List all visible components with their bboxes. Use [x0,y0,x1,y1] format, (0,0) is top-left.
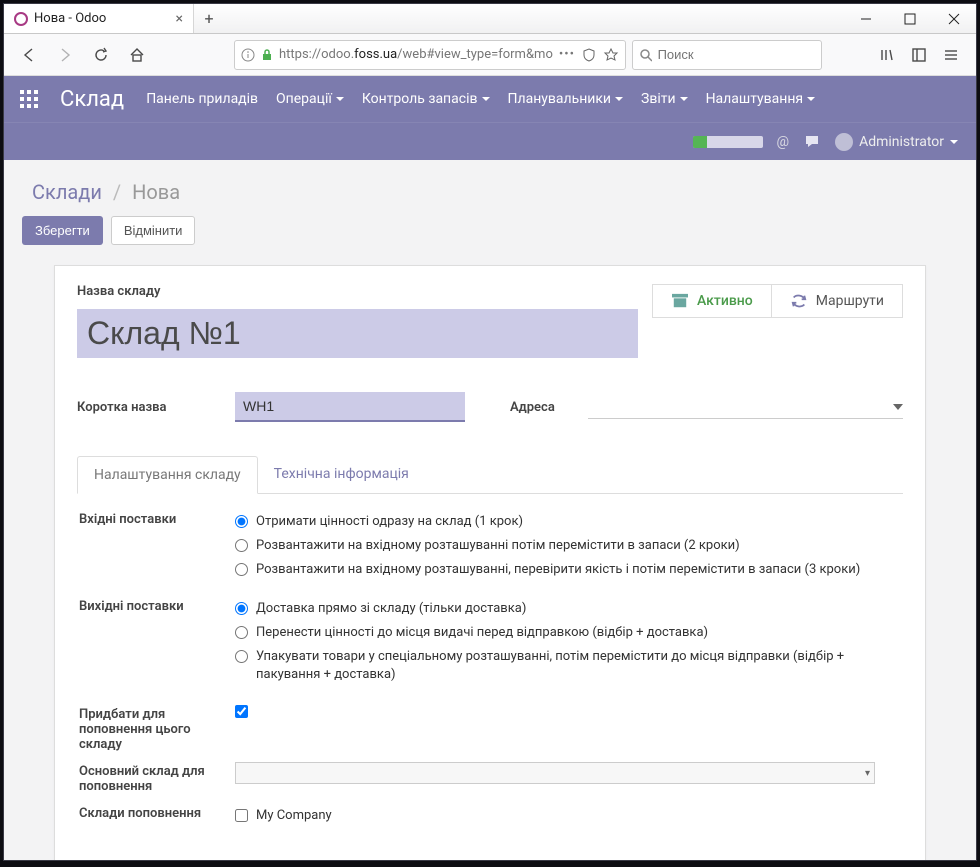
info-icon [241,48,255,62]
sidebar-icon[interactable] [904,40,934,70]
progress-indicator[interactable] [693,136,763,148]
tab-warehouse-config[interactable]: Налаштування складу [77,456,258,494]
window-titlebar: Нова - Odoo × + [4,4,976,34]
main-menu: Панель приладів Операції Контроль запасі… [146,91,815,107]
outgoing-opt1[interactable]: Доставка прямо зі складу (тільки доставк… [235,597,901,621]
lock-icon [261,49,273,61]
address-label: Адреса [510,400,570,415]
back-button[interactable] [14,40,44,70]
stat-buttons: Активно Маршрути [652,284,903,318]
incoming-opt3[interactable]: Розвантажити на вхідному розташуванні, п… [235,558,901,582]
menu-schedulers[interactable]: Планувальники [508,91,624,107]
buy-resupply-label: Придбати для поповнення цього складу [79,705,235,752]
incoming-label: Вхідні поставки [79,510,235,527]
outgoing-label: Вихідні поставки [79,597,235,614]
close-window-button[interactable] [932,4,976,34]
user-name: Administrator [859,134,944,150]
chevron-down-icon [893,404,903,410]
save-button[interactable]: Зберегти [22,216,103,245]
breadcrumb-current: Нова [132,180,180,204]
debug-icon[interactable]: @ [777,134,790,150]
action-buttons: Зберегти Відмінити [18,216,962,245]
outgoing-opt3[interactable]: Упакувати товари у спеціальному розташув… [235,645,901,687]
tab-title: Нова - Odoo [34,11,170,26]
avatar [835,133,853,151]
browser-search[interactable] [632,40,822,70]
menu-settings[interactable]: Налаштування [706,91,816,107]
warehouse-name-input[interactable] [77,309,638,358]
short-name-label: Коротка назва [77,400,217,415]
notebook-tabs: Налаштування складу Технічна інформація [77,456,903,494]
reload-button[interactable] [86,40,116,70]
menu-dashboard[interactable]: Панель приладів [146,91,258,107]
chevron-down-icon [950,140,958,144]
chat-icon[interactable] [803,133,821,151]
close-tab-icon[interactable]: × [176,11,183,27]
bookmark-star-icon[interactable] [603,47,619,63]
chevron-down-icon [680,97,688,101]
menu-inventory[interactable]: Контроль запасів [362,91,490,107]
discard-button[interactable]: Відмінити [111,216,196,245]
routes-button[interactable]: Маршрути [772,285,902,317]
resupply-company-checkbox[interactable]: My Company [235,804,901,828]
browser-tab[interactable]: Нова - Odoo × [4,4,194,33]
odoo-systray: @ Administrator [4,122,976,160]
apps-icon[interactable] [20,90,38,108]
browser-toolbar: https://odoo.foss.ua/web#view_type=form&… [4,34,976,76]
incoming-opt2[interactable]: Розвантажити на вхідному розташуванні по… [235,534,901,558]
search-icon [639,48,652,62]
active-toggle[interactable]: Активно [653,285,772,317]
forward-button[interactable] [50,40,80,70]
window-controls [844,4,976,33]
resupply-wh-label: Склади поповнення [79,804,235,821]
page-actions-icon[interactable]: ••• [559,47,575,62]
tab-technical-info[interactable]: Технічна інформація [258,456,425,493]
menu-operations[interactable]: Операції [276,91,344,107]
minimize-button[interactable] [844,4,888,34]
library-icon[interactable] [872,40,902,70]
archive-icon [671,293,689,309]
chevron-down-icon [807,97,815,101]
menu-reports[interactable]: Звіти [641,91,688,107]
form-sheet: Назва складу Активно Маршрути [54,265,926,860]
buy-resupply-checkbox[interactable] [235,705,248,718]
address-dropdown[interactable] [588,395,903,419]
breadcrumb-root[interactable]: Склади [32,180,102,204]
warehouse-name-label: Назва складу [77,284,638,299]
home-button[interactable] [122,40,152,70]
protection-icon[interactable] [581,47,597,63]
incoming-opt1[interactable]: Отримати цінності одразу на склад (1 кро… [235,510,901,534]
chevron-down-icon [482,97,490,101]
user-menu[interactable]: Administrator [835,133,958,151]
refresh-icon [790,293,808,309]
outgoing-opt2[interactable]: Перенести цінності до місця видачі перед… [235,621,901,645]
chevron-down-icon [615,97,623,101]
app-title[interactable]: Склад [60,87,124,112]
chevron-down-icon [336,97,344,101]
url-text: https://odoo.foss.ua/web#view_type=form&… [279,47,553,62]
breadcrumb: Склади / Нова [18,180,962,204]
default-resupply-label: Основний склад для поповнення [79,762,235,794]
active-label: Активно [697,293,753,309]
url-bar[interactable]: https://odoo.foss.ua/web#view_type=form&… [234,40,626,70]
odoo-navbar: Склад Панель приладів Операції Контроль … [4,76,976,122]
search-input[interactable] [658,47,815,62]
default-resupply-select[interactable]: ▾ [235,762,875,784]
app-menu-icon[interactable] [936,40,966,70]
favicon-icon [14,12,28,26]
new-tab-button[interactable]: + [194,4,224,33]
short-name-input[interactable] [235,392,465,422]
maximize-button[interactable] [888,4,932,34]
routes-label: Маршрути [816,293,884,309]
